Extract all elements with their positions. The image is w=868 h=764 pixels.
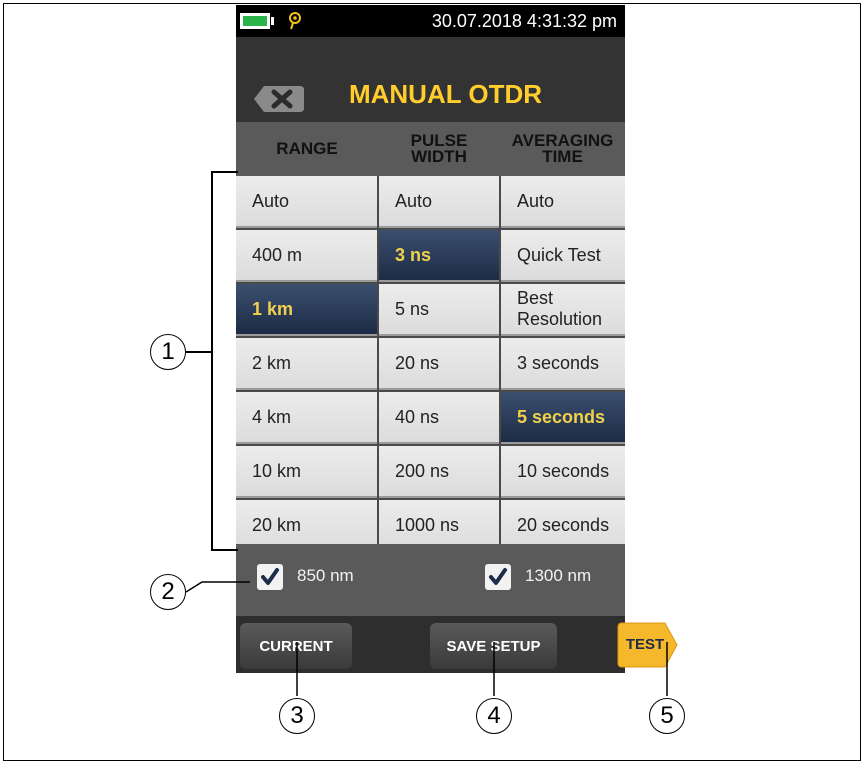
callout-lines xyxy=(185,171,668,696)
callout-3: 3 xyxy=(279,698,315,734)
callout-5: 5 xyxy=(649,698,685,734)
callout-2: 2 xyxy=(150,574,186,610)
callout-4: 4 xyxy=(476,698,512,734)
callout-1: 1 xyxy=(150,334,186,370)
